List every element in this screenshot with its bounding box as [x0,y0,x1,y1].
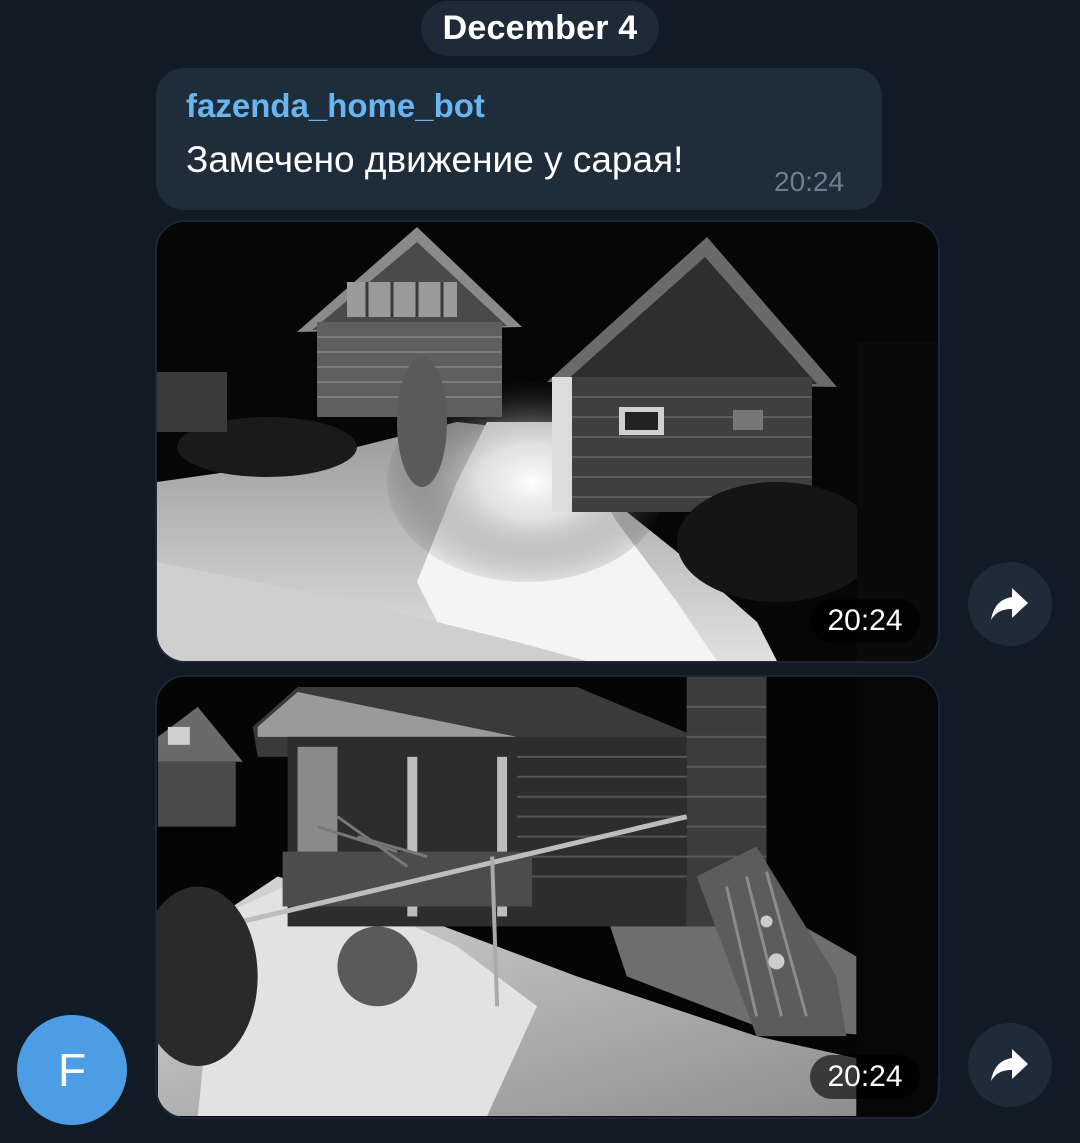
date-separator: December 4 [421,1,659,56]
share-arrow-icon [991,1049,1028,1081]
avatar[interactable]: F [17,1015,127,1125]
photo-time-badge: 20:24 [810,599,920,643]
message-text: Замечено движение у сарая! [186,139,684,180]
photo-image-porch [157,677,938,1116]
camera-photo[interactable]: 20:24 [157,222,938,661]
share-button[interactable] [968,1023,1052,1107]
sender-name[interactable]: fazenda_home_bot [186,86,852,126]
message-time: 20:24 [774,166,845,197]
photo-image-houses [157,222,938,661]
photo-time-badge: 20:24 [810,1055,920,1099]
share-button[interactable] [968,562,1052,646]
camera-photo[interactable]: 20:24 [157,677,938,1117]
share-arrow-icon [991,588,1028,620]
